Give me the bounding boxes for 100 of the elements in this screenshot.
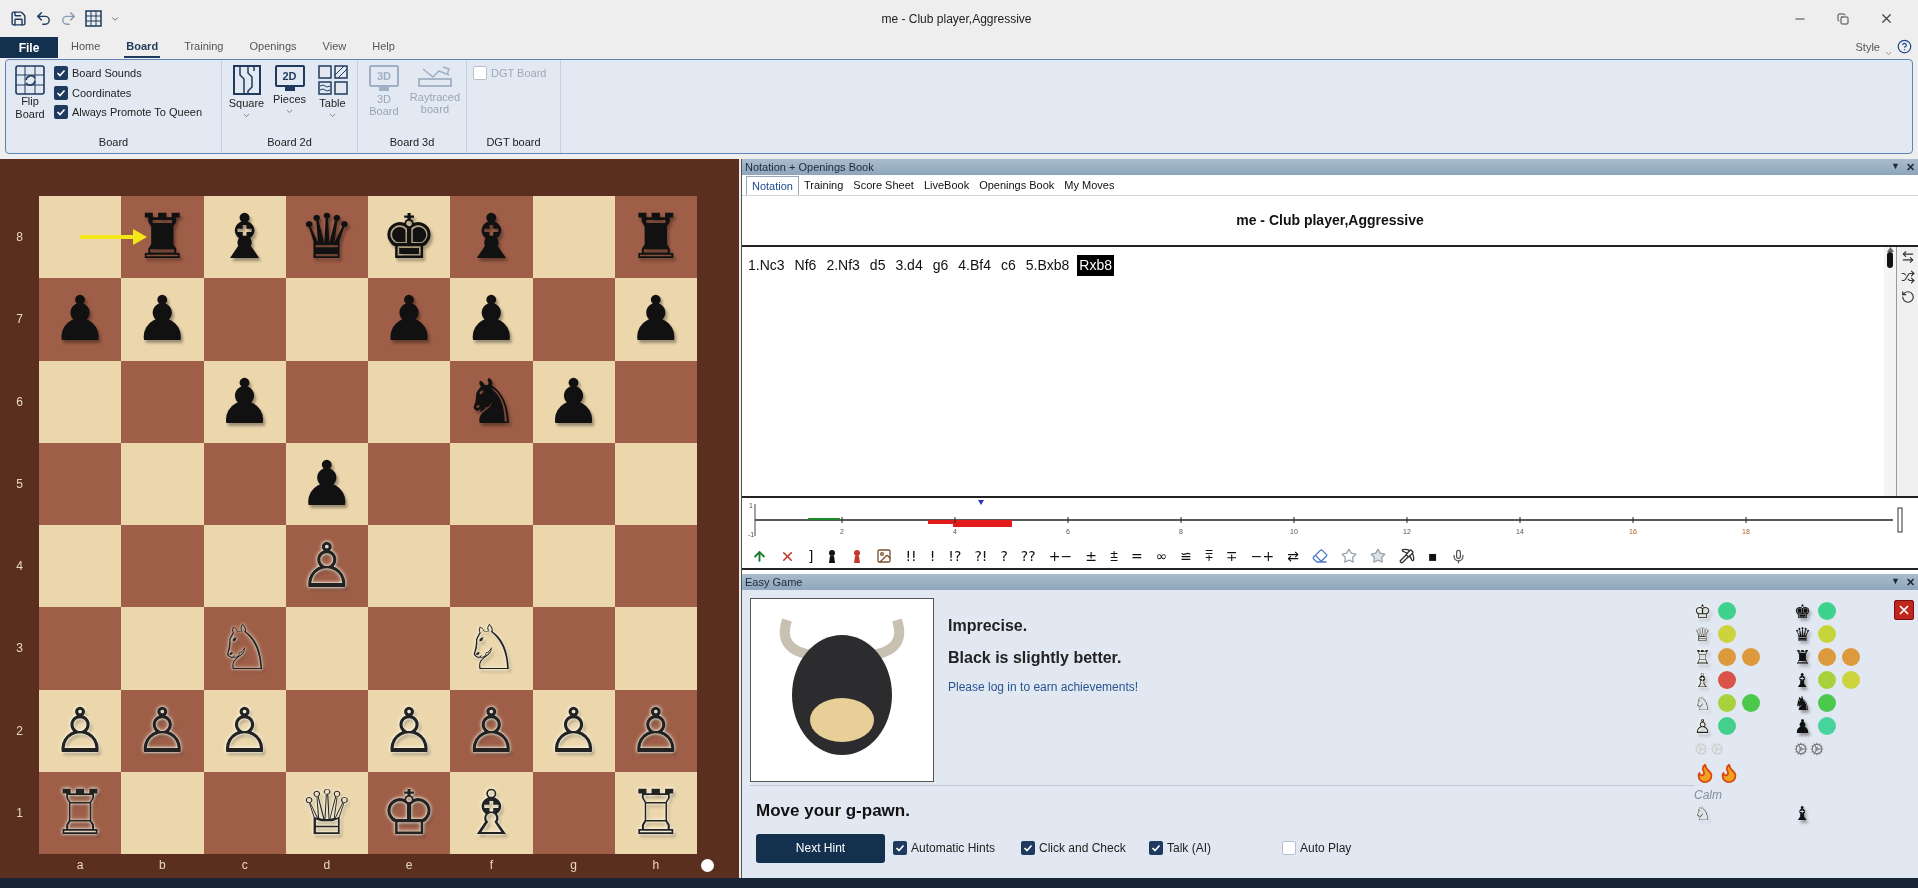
- close-button[interactable]: [1894, 600, 1914, 620]
- board-square[interactable]: [368, 360, 451, 443]
- chess-piece[interactable]: ♟: [463, 288, 520, 351]
- panel-menu-button[interactable]: ▼: [1891, 575, 1900, 589]
- board-square[interactable]: ♟: [614, 278, 697, 361]
- board-square[interactable]: ♘: [450, 607, 533, 690]
- caret-icon[interactable]: [1884, 49, 1893, 58]
- board-square[interactable]: [614, 360, 697, 443]
- notation-tab[interactable]: Openings Book: [974, 176, 1060, 195]
- ribbon-tab[interactable]: View: [320, 37, 349, 58]
- ribbon-tab[interactable]: Training: [182, 37, 226, 58]
- star-icon[interactable]: [1341, 548, 1357, 564]
- chess-piece[interactable]: ♗: [463, 781, 520, 844]
- notation-tab[interactable]: Notation: [746, 176, 799, 195]
- board-square[interactable]: ♙: [532, 689, 615, 772]
- ribbon-tab[interactable]: Home: [69, 37, 103, 58]
- board-square[interactable]: [39, 525, 122, 608]
- chess-piece[interactable]: ♜: [134, 206, 191, 269]
- annotation-symbol[interactable]: ⩲: [1109, 545, 1118, 567]
- chess-piece[interactable]: ♝: [216, 206, 273, 269]
- annotation-symbol[interactable]: =: [1130, 545, 1143, 567]
- chess-piece[interactable]: ♟: [545, 370, 602, 433]
- undo-icon[interactable]: [35, 10, 52, 27]
- move-text[interactable]: 3.d4: [893, 255, 925, 276]
- board-square[interactable]: ♖: [614, 771, 697, 854]
- notation-tab[interactable]: Training: [799, 176, 849, 195]
- board-square[interactable]: ♟: [532, 360, 615, 443]
- board-square[interactable]: [532, 771, 615, 854]
- panel-menu-button[interactable]: ▼: [1891, 160, 1900, 174]
- shuffle-icon[interactable]: [1900, 270, 1915, 284]
- board-square[interactable]: ♝: [450, 196, 533, 279]
- chess-piece[interactable]: ♙: [52, 699, 108, 762]
- redo-icon[interactable]: [60, 10, 77, 27]
- move-text[interactable]: g6: [930, 255, 951, 276]
- flip-board-button[interactable]: Flip Board: [12, 65, 48, 121]
- chess-piece[interactable]: ♟: [628, 288, 684, 351]
- board-square[interactable]: ♟: [285, 442, 368, 525]
- rotate-icon[interactable]: [1900, 290, 1915, 304]
- board-square[interactable]: [532, 442, 615, 525]
- style-menu[interactable]: Style: [1855, 37, 1880, 58]
- chess-piece[interactable]: ♕: [299, 781, 355, 844]
- move-text[interactable]: 1.Nc3: [746, 255, 787, 276]
- annotation-symbol[interactable]: ▪: [1428, 545, 1438, 567]
- move-text[interactable]: 5.Bxb8: [1023, 255, 1072, 276]
- pickaxe-icon[interactable]: [1399, 548, 1415, 564]
- annotation-symbol[interactable]: ?!: [974, 545, 988, 567]
- board-square[interactable]: [203, 771, 286, 854]
- board-grid-icon[interactable]: [85, 10, 102, 27]
- chess-piece[interactable]: ♟: [52, 288, 108, 351]
- chess-piece[interactable]: ♟: [299, 452, 355, 515]
- annotation-symbol[interactable]: ≌: [1180, 545, 1193, 567]
- eraser-icon[interactable]: [1312, 548, 1328, 564]
- scroll-up-arrow-icon[interactable]: [1886, 247, 1894, 252]
- annotation-symbol[interactable]: ⇄: [1287, 545, 1299, 567]
- board-square[interactable]: ♛: [285, 196, 368, 279]
- annotation-symbol[interactable]: !: [929, 545, 936, 567]
- checkbox[interactable]: Board Sounds: [54, 65, 203, 82]
- help-icon[interactable]: [1897, 39, 1912, 54]
- board-square[interactable]: ♟: [450, 278, 533, 361]
- move-text[interactable]: c6: [998, 255, 1018, 276]
- close-icon[interactable]: [1879, 11, 1894, 26]
- move-text[interactable]: Nf6: [792, 255, 819, 276]
- board-square[interactable]: [614, 442, 697, 525]
- notation-tab[interactable]: Score Sheet: [848, 176, 919, 195]
- board-square[interactable]: [203, 442, 286, 525]
- board-square[interactable]: ♟: [121, 278, 204, 361]
- chess-piece[interactable]: ♟: [381, 288, 437, 351]
- board-square[interactable]: ♜: [121, 196, 204, 279]
- board-square[interactable]: ♚: [368, 196, 451, 279]
- annotation-symbol[interactable]: ∓: [1226, 545, 1238, 567]
- move-text[interactable]: Rxb8: [1077, 255, 1115, 276]
- ribbon-button[interactable]: 2D Pieces: [271, 65, 308, 116]
- board-square[interactable]: ♟: [39, 278, 122, 361]
- annotation-symbol[interactable]: +−: [1048, 545, 1073, 567]
- board-square[interactable]: ♞: [450, 360, 533, 443]
- checkbox[interactable]: Automatic Hints: [893, 839, 1013, 857]
- checkbox[interactable]: Always Promote To Queen: [54, 104, 203, 121]
- close-button[interactable]: ✕: [1906, 573, 1915, 591]
- file-menu-tab[interactable]: File: [0, 37, 58, 58]
- close-button[interactable]: ✕: [1906, 158, 1915, 176]
- ribbon-button[interactable]: Table: [314, 65, 351, 120]
- notation-tab[interactable]: LiveBook: [918, 176, 975, 195]
- board-square[interactable]: [39, 196, 122, 279]
- annotation-symbol[interactable]: ??: [1020, 545, 1036, 567]
- annotation-symbol[interactable]: ±: [1085, 545, 1097, 567]
- chess-piece[interactable]: ♟: [216, 370, 273, 433]
- ribbon-button[interactable]: Square: [228, 65, 265, 120]
- graph-scroll-handle[interactable]: [1897, 507, 1903, 533]
- move-text[interactable]: d5: [867, 255, 888, 276]
- annotation-symbol[interactable]: !!: [905, 545, 917, 567]
- annotation-symbol[interactable]: ∞: [1155, 545, 1168, 567]
- checkbox[interactable]: Click and Check: [1021, 839, 1141, 857]
- annotation-symbol[interactable]: ⩱: [1205, 545, 1214, 567]
- board-square[interactable]: [532, 196, 615, 279]
- arrows-icon[interactable]: [1900, 250, 1915, 264]
- board-square[interactable]: [285, 689, 368, 772]
- board-square[interactable]: [39, 442, 122, 525]
- board-square[interactable]: ♙: [203, 689, 286, 772]
- annotation-symbol[interactable]: −+: [1250, 545, 1275, 567]
- star-plus-icon[interactable]: [1370, 548, 1386, 564]
